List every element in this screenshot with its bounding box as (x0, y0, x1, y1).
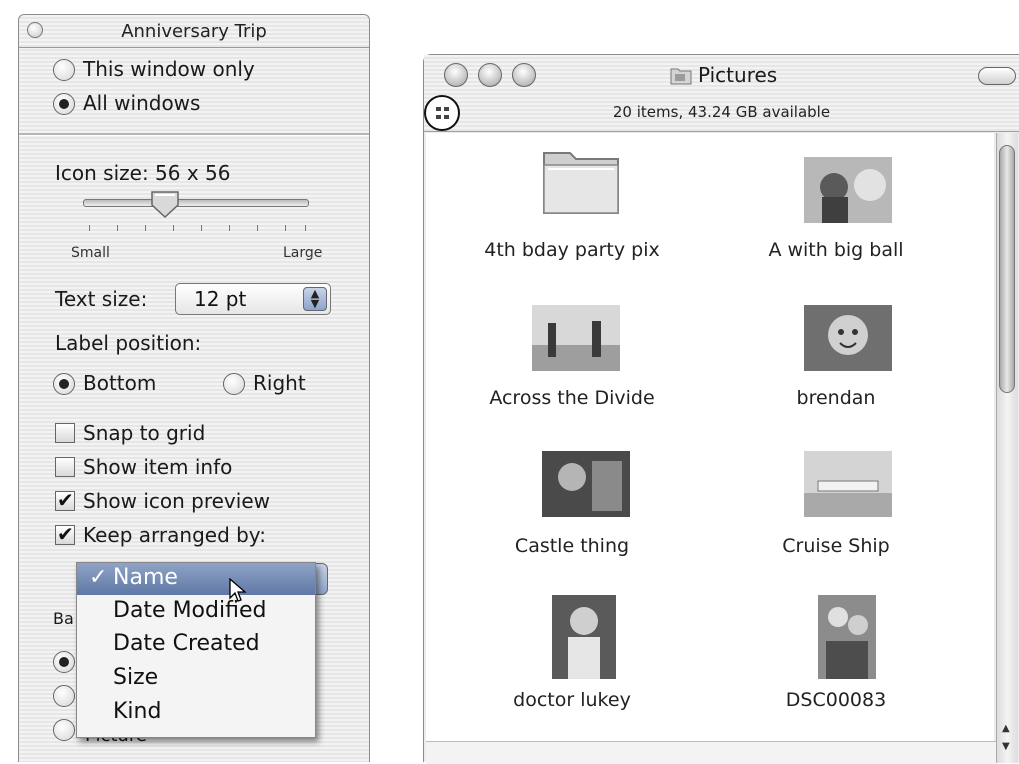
minimize-button[interactable] (478, 63, 502, 87)
status-bar: 20 items, 43.24 GB available (424, 95, 1019, 132)
scroll-thumb[interactable] (999, 145, 1015, 393)
all-windows-label: All windows (83, 91, 201, 115)
text-size-value: 12 pt (194, 287, 247, 311)
background-color-radio[interactable] (53, 685, 75, 707)
this-window-only-radio[interactable] (53, 59, 75, 81)
horizontal-scrollbar[interactable] (426, 741, 996, 764)
scroll-down-arrow-icon[interactable]: ▼ (1002, 741, 1010, 752)
menu-item-size[interactable]: Size (77, 663, 315, 695)
show-icon-preview-checkbox[interactable]: ✔ (55, 490, 75, 511)
show-icon-preview-label: Show icon preview (83, 489, 270, 513)
show-item-info-checkbox[interactable] (55, 457, 75, 477)
folder-icon (670, 68, 692, 85)
menu-item-kind[interactable]: Kind (77, 697, 315, 729)
zoom-button[interactable] (512, 63, 536, 87)
right-radio[interactable] (223, 373, 245, 395)
photo-thumbnail (542, 451, 630, 517)
icon-view-content: 4th bday party pix A with big ball Acros… (426, 133, 994, 763)
folder-icon (543, 152, 619, 214)
this-window-only-label: This window only (83, 57, 255, 81)
scroll-up-arrow-icon[interactable]: ▲ (1002, 723, 1010, 734)
menu-item-date-created[interactable]: Date Created (77, 629, 315, 661)
bottom-radio[interactable] (53, 373, 75, 395)
arrange-by-menu: ✓ Name Date Modified Date Created Size K… (76, 562, 316, 738)
finder-item-photo[interactable]: DSC00083 (706, 589, 966, 719)
mouse-cursor-icon (229, 578, 247, 602)
photo-thumbnail (552, 595, 616, 679)
status-text: 20 items, 43.24 GB available (612, 103, 831, 121)
photo-thumbnail (804, 451, 892, 517)
icon-size-slider-knob[interactable] (149, 189, 181, 219)
icon-size-large-label: Large (283, 245, 323, 261)
vertical-scrollbar[interactable]: ▲ ▼ (996, 133, 1018, 763)
menu-item-name[interactable]: ✓ Name (77, 563, 315, 595)
finder-item-photo[interactable]: A with big ball (706, 139, 966, 269)
right-label: Right (253, 371, 306, 395)
finder-item-folder[interactable]: 4th bday party pix (442, 139, 702, 269)
background-white-radio[interactable] (53, 651, 75, 673)
photo-thumbnail (804, 157, 892, 223)
popup-arrows-icon: ▲ ▼ (303, 287, 327, 311)
finder-item-photo[interactable]: brendan (706, 289, 966, 419)
icon-size-label: Icon size: 56 x 56 (55, 161, 231, 185)
finder-window: Pictures 20 items, 43.24 GB available 4t… (423, 54, 1019, 764)
photo-thumbnail (804, 305, 892, 371)
icon-size-slider-track[interactable] (83, 199, 309, 207)
close-button[interactable] (444, 63, 468, 87)
window-title: Pictures (698, 63, 778, 87)
background-picture-radio[interactable] (53, 719, 75, 741)
show-item-info-label: Show item info (83, 455, 233, 479)
all-windows-radio[interactable] (53, 93, 75, 115)
keep-arranged-by-checkbox[interactable]: ✔ (55, 524, 75, 545)
snap-to-grid-checkbox[interactable] (55, 423, 75, 443)
icon-view-icon[interactable] (424, 95, 460, 131)
checkmark-icon: ✓ (89, 565, 108, 590)
finder-item-photo[interactable]: Across the Divide (442, 289, 702, 419)
bottom-label: Bottom (83, 371, 157, 395)
window-title: Anniversary Trip (121, 21, 267, 42)
view-options-titlebar: Anniversary Trip (19, 15, 369, 48)
photo-thumbnail (818, 595, 876, 679)
snap-to-grid-label: Snap to grid (83, 421, 206, 445)
photo-thumbnail (532, 305, 620, 371)
text-size-label: Text size: (55, 287, 148, 311)
text-size-popup[interactable]: 12 pt ▲ ▼ (175, 283, 331, 315)
menu-item-date-modified[interactable]: Date Modified (77, 596, 315, 628)
label-position-label: Label position: (55, 331, 202, 355)
finder-item-photo[interactable]: Cruise Ship (706, 439, 966, 569)
finder-item-photo[interactable]: doctor lukey (442, 589, 702, 719)
divider (19, 133, 369, 136)
toolbar-toggle-button[interactable] (978, 67, 1016, 85)
keep-arranged-by-label: Keep arranged by: (83, 523, 266, 547)
icon-size-small-label: Small (71, 245, 110, 261)
finder-titlebar: Pictures (424, 55, 1019, 95)
background-label: Ba (53, 609, 74, 628)
finder-item-photo[interactable]: Castle thing (442, 439, 702, 569)
